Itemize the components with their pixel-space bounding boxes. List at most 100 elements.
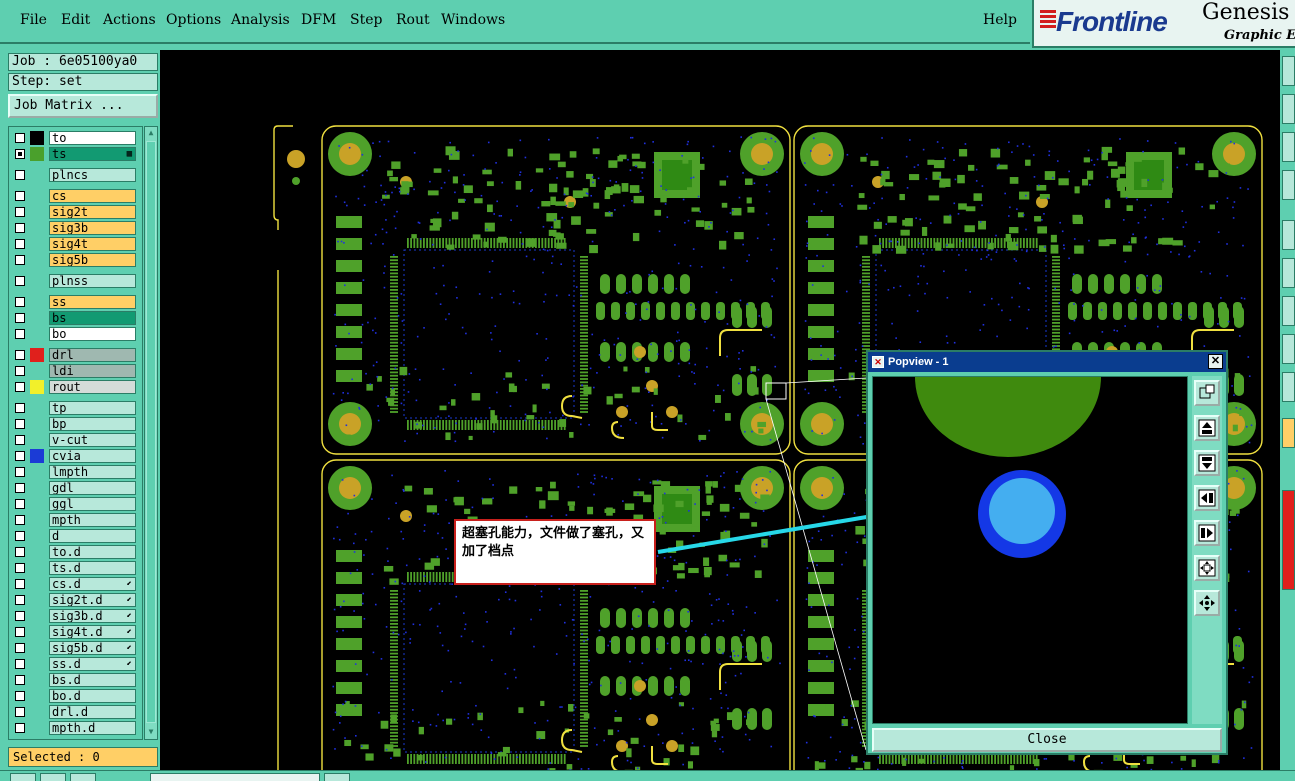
layer-name[interactable]: sig3b [49, 221, 136, 235]
layer-name[interactable]: cs [49, 189, 136, 203]
layer-row-to.d[interactable]: to.d [13, 545, 140, 559]
pan-right-icon[interactable] [1194, 520, 1220, 546]
layer-name[interactable]: rout [49, 380, 136, 394]
layer-row-sig4t.d[interactable]: sig4t.d ⬋ [13, 625, 140, 639]
menu-file[interactable]: File [20, 12, 47, 28]
layer-checkbox[interactable] [15, 579, 25, 589]
layer-row-sig3b[interactable]: sig3b [13, 221, 140, 235]
layer-checkbox[interactable] [15, 483, 25, 493]
layer-name[interactable]: plncs [49, 168, 136, 182]
layer-row-ts[interactable]: ts ▦ [13, 147, 140, 161]
layer-row-cvia[interactable]: cvia [13, 449, 140, 463]
layer-name[interactable]: ss [49, 295, 136, 309]
layer-row-bs[interactable]: bs [13, 311, 140, 325]
layer-row-cs[interactable]: cs [13, 189, 140, 203]
layer-checkbox[interactable] [15, 595, 25, 605]
layer-name[interactable]: cvia [49, 449, 136, 463]
job-matrix-button[interactable]: Job Matrix ... [8, 94, 158, 118]
layer-row-cs.d[interactable]: cs.d ⬋ [13, 577, 140, 591]
layer-row-drl.d[interactable]: drl.d [13, 705, 140, 719]
layer-name[interactable]: ggl [49, 497, 136, 511]
layer-row-mpth[interactable]: mpth [13, 513, 140, 527]
layer-row-sig4t[interactable]: sig4t [13, 237, 140, 251]
layer-color-swatch[interactable] [30, 348, 44, 362]
layer-name[interactable]: v-cut [49, 433, 136, 447]
layer-row-v-cut[interactable]: v-cut [13, 433, 140, 447]
zoom-window-icon[interactable] [1194, 380, 1220, 406]
layer-name[interactable]: plnss [49, 274, 136, 288]
right-tool-6[interactable] [1282, 258, 1295, 288]
right-tool-5[interactable] [1282, 220, 1295, 250]
layer-name[interactable]: gdl [49, 481, 136, 495]
layer-list[interactable]: to ts ▦ plncs cs sig2t sig3b sig4t sig5b plnss ss b… [8, 126, 143, 740]
popview-window[interactable]: ✕ Popview - 1 ✕ Close [866, 350, 1228, 755]
right-tool-8[interactable] [1282, 334, 1295, 364]
layer-row-ts.d[interactable]: ts.d [13, 561, 140, 575]
scroll-down-icon[interactable]: ▼ [146, 727, 156, 737]
layer-name[interactable]: bs.d [49, 673, 136, 687]
layer-color-swatch[interactable] [30, 380, 44, 394]
layer-checkbox[interactable] [15, 531, 25, 541]
layer-row-rout[interactable]: rout [13, 380, 140, 394]
layer-row-tp[interactable]: tp [13, 401, 140, 415]
layer-name[interactable]: sig5b [49, 253, 136, 267]
layer-row-plncs[interactable]: plncs [13, 168, 140, 182]
pan-down-icon[interactable] [1194, 450, 1220, 476]
layer-checkbox[interactable] [15, 563, 25, 573]
layer-row-bo.d[interactable]: bo.d [13, 689, 140, 703]
scroll-up-icon[interactable]: ▲ [146, 128, 156, 138]
layer-checkbox[interactable] [15, 350, 25, 360]
layer-row-to[interactable]: to [13, 131, 140, 145]
layer-row-bs.d[interactable]: bs.d [13, 673, 140, 687]
right-color-swatch[interactable] [1282, 490, 1295, 590]
layer-row-bo[interactable]: bo [13, 327, 140, 341]
layer-checkbox[interactable] [15, 675, 25, 685]
layer-row-mpth.d[interactable]: mpth.d [13, 721, 140, 735]
layer-row-gdl[interactable]: gdl [13, 481, 140, 495]
layer-name[interactable]: ts.d [49, 561, 136, 575]
menu-dfm[interactable]: DFM [301, 12, 336, 28]
layer-checkbox[interactable] [15, 313, 25, 323]
layer-checkbox[interactable] [15, 297, 25, 307]
layer-name[interactable]: drl.d [49, 705, 136, 719]
layer-row-sig2t.d[interactable]: sig2t.d ⬋ [13, 593, 140, 607]
layer-checkbox[interactable] [15, 515, 25, 525]
layer-checkbox[interactable] [15, 611, 25, 621]
menu-help[interactable]: Help [983, 12, 1017, 28]
pan-left-icon[interactable] [1194, 485, 1220, 511]
right-tool-2[interactable] [1282, 94, 1295, 124]
scroll-thumb[interactable] [146, 141, 156, 723]
layer-name[interactable]: to.d [49, 545, 136, 559]
zoom-home-icon[interactable] [1194, 590, 1220, 616]
right-tool-7[interactable] [1282, 296, 1295, 326]
layer-name[interactable]: d [49, 529, 136, 543]
pan-up-icon[interactable] [1194, 415, 1220, 441]
bottom-button-1[interactable] [10, 773, 36, 781]
layer-row-ldi[interactable]: ldi [13, 364, 140, 378]
layer-checkbox[interactable] [15, 223, 25, 233]
layer-name[interactable]: sig5b.d ⬋ [49, 641, 136, 655]
layer-checkbox[interactable] [15, 499, 25, 509]
layer-name[interactable]: drl [49, 348, 136, 362]
layer-checkbox[interactable] [15, 133, 25, 143]
layer-name[interactable]: sig3b.d ⬋ [49, 609, 136, 623]
layer-checkbox[interactable] [15, 723, 25, 733]
popview-close-icon[interactable]: ✕ [1208, 354, 1223, 369]
layer-name[interactable]: sig2t [49, 205, 136, 219]
layer-checkbox[interactable] [15, 451, 25, 461]
layer-row-ss[interactable]: ss [13, 295, 140, 309]
layer-row-bp[interactable]: bp [13, 417, 140, 431]
layer-checkbox[interactable] [15, 707, 25, 717]
layer-row-ss.d[interactable]: ss.d ⬋ [13, 657, 140, 671]
layer-name[interactable]: ss.d ⬋ [49, 657, 136, 671]
menu-rout[interactable]: Rout [396, 12, 430, 28]
layer-checkbox[interactable] [15, 659, 25, 669]
window-menu-icon[interactable]: ✕ [872, 356, 884, 368]
zoom-fit-icon[interactable] [1194, 555, 1220, 581]
layer-name[interactable]: ts ▦ [49, 147, 136, 161]
layer-checkbox[interactable] [15, 276, 25, 286]
layer-name[interactable]: bo.d [49, 689, 136, 703]
layer-checkbox[interactable] [15, 255, 25, 265]
layer-name[interactable]: mpth.d [49, 721, 136, 735]
right-tool-9[interactable] [1282, 372, 1295, 402]
